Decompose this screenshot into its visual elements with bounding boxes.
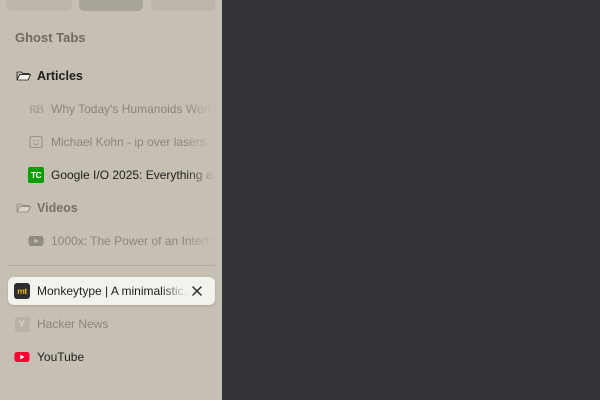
pinned-tab[interactable] — [6, 0, 72, 11]
folder-videos[interactable]: Videos — [8, 194, 215, 222]
techcrunch-favicon-icon: TC — [28, 167, 44, 183]
tab-title: YouTube — [37, 350, 85, 364]
ghost-tab-item[interactable]: TC Google I/O 2025: Everything announced — [8, 161, 215, 189]
youtube-favicon-icon — [14, 349, 30, 365]
web-content-area[interactable] — [222, 0, 600, 400]
monkeytype-favicon-text: mt — [17, 286, 27, 296]
hackernews-favicon-icon: Y — [14, 316, 30, 332]
tab-item[interactable]: Y Hacker News — [8, 310, 215, 338]
tab-title: Hacker News — [37, 317, 109, 331]
rb-favicon-icon: RB — [28, 101, 44, 117]
ghost-tab-item[interactable]: 1000x: The Power of an Interface for Per… — [8, 227, 215, 255]
folder-articles[interactable]: Articles — [8, 62, 215, 90]
section-title: Ghost Tabs — [15, 30, 86, 45]
smiley-favicon-icon — [28, 134, 44, 150]
folder-icon — [16, 200, 32, 216]
pinned-tab[interactable] — [151, 0, 215, 11]
folder-label: Articles — [37, 69, 83, 83]
rb-favicon-text: RB — [28, 101, 44, 116]
monkeytype-favicon-icon: mt — [14, 283, 30, 299]
close-tab-button[interactable] — [188, 282, 206, 300]
tab-title: Google I/O 2025: Everything announced — [51, 168, 215, 182]
browser-window: Ghost Tabs Articles RB Why Today's Human… — [0, 0, 600, 400]
folder-open-icon — [16, 68, 32, 84]
top-pinned-tabs — [0, 0, 222, 12]
tab-active[interactable]: mt Monkeytype | A minimalistic, customiz… — [8, 277, 215, 305]
divider — [8, 265, 215, 266]
pinned-tab[interactable] — [79, 0, 143, 11]
folder-label: Videos — [37, 201, 78, 215]
techcrunch-favicon-text: TC — [30, 170, 42, 180]
hackernews-favicon-text: Y — [18, 318, 26, 330]
tab-item[interactable]: YouTube — [8, 343, 215, 371]
ghost-tab-item[interactable]: RB Why Today's Humanoids Won't Learn How… — [8, 95, 215, 123]
close-icon — [192, 286, 202, 296]
ghost-tab-item[interactable]: Michael Kohn - ip over lasers — [8, 128, 215, 156]
tab-title: Michael Kohn - ip over lasers — [51, 135, 206, 149]
tab-title: 1000x: The Power of an Interface for Per… — [51, 234, 215, 248]
tab-title: Monkeytype | A minimalistic, customizabl… — [37, 284, 188, 298]
youtube-favicon-icon — [28, 233, 44, 249]
sidebar: Ghost Tabs Articles RB Why Today's Human… — [0, 0, 222, 400]
tab-title: Why Today's Humanoids Won't Learn How To… — [51, 102, 215, 116]
